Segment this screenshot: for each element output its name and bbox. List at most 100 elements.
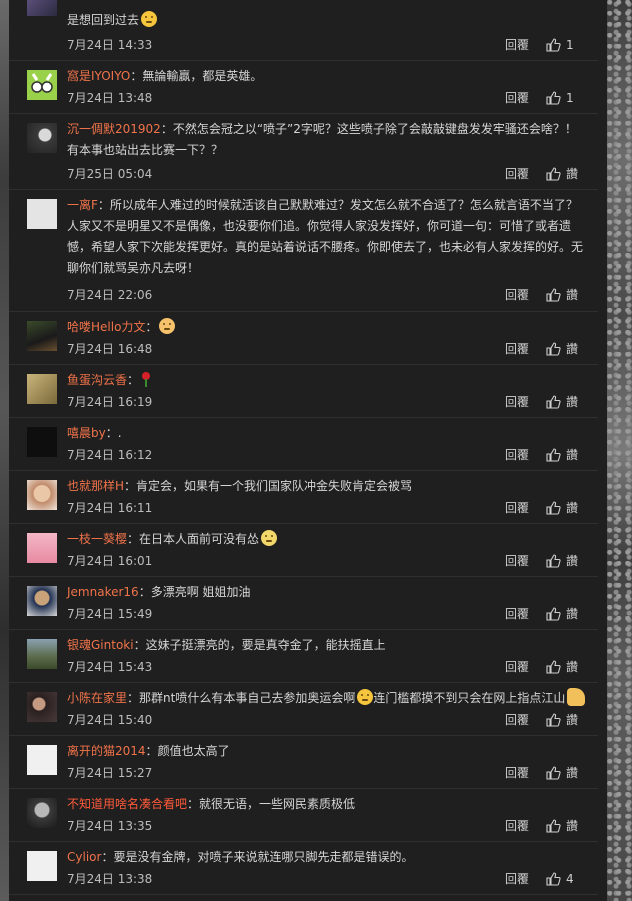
username-link[interactable]: 不知道用啥名凑合看吧 (67, 797, 187, 811)
rose-emoji-icon (139, 371, 153, 387)
comment-body: 肯定会，如果有一个我们国家队冲金失败肯定会被骂 (136, 479, 413, 493)
like-button[interactable]: 讚 (546, 393, 584, 411)
comment-text: 不知道用啥名凑合看吧：就很无语，一些网民素质极低 (67, 797, 356, 811)
avatar[interactable] (27, 321, 57, 351)
comment-body: 那群nt喷什么有本事自己去参加奥运会啊 (139, 691, 356, 705)
comment-text: 沉一倜默201902：不然怎会冠之以“喷子”2字呢？这些喷子除了会敲敲键盘发发牢… (67, 122, 577, 157)
reply-button[interactable]: 回覆 (505, 340, 529, 358)
like-button[interactable]: 讚 (546, 286, 584, 304)
thumbs-up-icon (546, 288, 561, 302)
comment-body-continued: 连门槛都摸不到只会在网上指点江山 (373, 691, 566, 705)
like-button[interactable]: 讚 (546, 711, 584, 729)
comment-item: 嘻晨by：. 7月24日 16:12 回覆 讚 (9, 417, 598, 471)
avatar[interactable] (27, 639, 57, 669)
timestamp: 7月24日 16:19 (67, 395, 153, 409)
username-link[interactable]: 窩是IYOIYO (67, 69, 130, 83)
like-button[interactable]: 讚 (546, 340, 584, 358)
timestamp: 7月24日 13:48 (67, 91, 153, 105)
username-link[interactable]: 哈喽Hello力文 (67, 320, 145, 334)
background-left (0, 0, 9, 901)
like-count: 1 (566, 38, 574, 52)
reply-button[interactable]: 回覆 (505, 764, 529, 782)
like-button[interactable]: 讚 (546, 658, 584, 676)
reply-button[interactable]: 回覆 (505, 89, 529, 107)
sleepy-emoji-icon (141, 11, 158, 27)
avatar[interactable] (27, 851, 57, 881)
like-button[interactable]: 讚 (546, 605, 584, 623)
like-button[interactable]: 1 (546, 36, 584, 54)
comment-text: Cylior：要是没有金牌，对喷子来说就连哪只脚先走都是错误的。 (67, 850, 414, 864)
avatar[interactable] (27, 798, 57, 828)
avatar[interactable] (27, 374, 57, 404)
avatar[interactable] (27, 0, 57, 16)
reply-button[interactable]: 回覆 (505, 499, 529, 517)
avatar[interactable] (27, 199, 57, 229)
thumbs-up-icon (546, 713, 561, 727)
timestamp: 7月24日 13:38 (67, 872, 153, 886)
like-label: 讚 (566, 819, 579, 833)
comment-body: 在日本人面前可没有怂 (139, 532, 260, 546)
reply-button[interactable]: 回覆 (505, 658, 529, 676)
like-label: 讚 (566, 607, 579, 621)
username-link[interactable]: 沉一倜默201902 (67, 122, 161, 136)
username-link[interactable]: 离开的猫2014 (67, 744, 146, 758)
avatar[interactable] (27, 480, 57, 510)
avatar[interactable] (27, 745, 57, 775)
like-button[interactable]: 1 (546, 89, 584, 107)
like-button[interactable]: 讚 (546, 165, 584, 183)
username-link[interactable]: 一离F (67, 198, 98, 212)
comment-body: . (117, 426, 122, 440)
username-link[interactable]: 银魂Gintoki (67, 638, 134, 652)
like-count: 4 (566, 872, 574, 886)
thumbs-up-icon (546, 448, 561, 462)
pray-emoji-icon (159, 318, 176, 334)
reply-button[interactable]: 回覆 (505, 552, 529, 570)
reply-button[interactable]: 回覆 (505, 286, 529, 304)
username-link[interactable]: 一枝一葵樱 (67, 532, 127, 546)
reply-button[interactable]: 回覆 (505, 711, 529, 729)
like-label: 讚 (566, 554, 579, 568)
like-button[interactable]: 讚 (546, 764, 584, 782)
thumbs-up-icon (546, 395, 561, 409)
like-button[interactable]: 讚 (546, 446, 584, 464)
comment-text: 一枝一葵樱：在日本人面前可没有怂 (67, 529, 584, 550)
reply-button[interactable]: 回覆 (505, 165, 529, 183)
username-link[interactable]: 小陈在家里 (67, 691, 127, 705)
comment-meta: 7月24日 15:43 回覆 讚 (67, 658, 584, 676)
username-link[interactable]: 鱼蛋沟云香 (67, 373, 127, 387)
comment-item: 是想回到过去 7月24日 14:33 回覆 1 (9, 0, 598, 61)
like-button[interactable]: 4 (546, 870, 584, 888)
comment-body: 颜值也太高了 (157, 744, 230, 758)
thumbs-up-icon (546, 167, 561, 181)
sweat-emoji-icon (357, 689, 374, 705)
like-button[interactable]: 讚 (546, 817, 584, 835)
reply-button[interactable]: 回覆 (505, 446, 529, 464)
avatar[interactable] (27, 533, 57, 563)
thumbs-up-icon (546, 342, 561, 356)
username-link[interactable]: 嘻晨by (67, 426, 106, 440)
reply-button[interactable]: 回覆 (505, 817, 529, 835)
comment-item: 沉一倜默201902：不然怎会冠之以“喷子”2字呢？这些喷子除了会敲敲键盘发发牢… (9, 113, 598, 190)
username-link[interactable]: Cylior (67, 850, 101, 864)
avatar[interactable] (27, 692, 57, 722)
avatar[interactable] (27, 123, 57, 153)
username-link[interactable]: Jemnaker16 (67, 585, 139, 599)
reply-button[interactable]: 回覆 (505, 36, 529, 54)
like-button[interactable]: 讚 (546, 552, 584, 570)
like-label: 讚 (566, 501, 579, 515)
comment-text: 鱼蛋沟云香： (67, 370, 584, 391)
avatar[interactable] (27, 586, 57, 616)
reply-button[interactable]: 回覆 (505, 870, 529, 888)
username-link[interactable]: 也就那样H (67, 479, 124, 493)
comment-text: 也就那样H：肯定会，如果有一个我们国家队冲金失败肯定会被骂 (67, 479, 413, 493)
reply-button[interactable]: 回覆 (505, 605, 529, 623)
like-button[interactable]: 讚 (546, 499, 584, 517)
comment-meta: 7月24日 13:48 回覆 1 (67, 89, 584, 107)
thumbs-up-icon (546, 501, 561, 515)
reply-button[interactable]: 回覆 (505, 393, 529, 411)
avatar[interactable] (27, 70, 57, 100)
thumbs-up-icon (546, 607, 561, 621)
comment-meta: 7月24日 15:49 回覆 讚 (67, 605, 584, 623)
avatar[interactable] (27, 427, 57, 457)
comment-meta: 7月25日 05:04 回覆 讚 (67, 165, 584, 183)
